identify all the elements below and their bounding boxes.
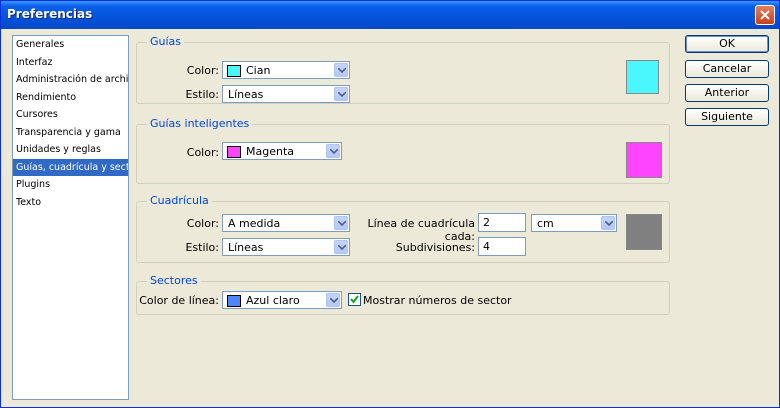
chevron-down-icon[interactable] <box>334 216 348 230</box>
grid-style-select[interactable]: Líneas <box>222 238 350 256</box>
sidebar-item[interactable]: Guías, cuadrícula y sectores <box>13 158 128 176</box>
group-slices: Sectores Color de línea: Azul claro Most… <box>136 274 670 315</box>
sidebar-item[interactable]: Interfaz <box>13 54 128 72</box>
slices-line-color-value: Azul claro <box>246 294 300 307</box>
slices-line-color-select[interactable]: Azul claro <box>222 291 342 309</box>
guides-style-label: Estilo: <box>185 88 219 101</box>
guides-color-preview[interactable] <box>626 60 659 94</box>
sidebar-item[interactable]: Cursores <box>13 106 128 124</box>
grid-subdiv-input[interactable]: 4 <box>478 237 526 256</box>
sidebar-item[interactable]: Unidades y reglas <box>13 141 128 159</box>
ok-button[interactable]: OK <box>685 35 769 53</box>
group-guides-legend: Guías <box>147 35 185 48</box>
grid-subdiv-value: 4 <box>483 240 490 253</box>
grid-color-select[interactable]: A medida <box>222 214 350 232</box>
chevron-down-icon[interactable] <box>334 63 348 77</box>
slices-line-color-label: Color de línea: <box>139 294 219 307</box>
sidebar-item[interactable]: Texto <box>13 194 128 212</box>
guides-color-swatch <box>227 65 241 77</box>
chevron-down-icon[interactable] <box>326 293 340 307</box>
chevron-down-icon[interactable] <box>334 240 348 254</box>
smart-guides-color-label: Color: <box>186 146 219 159</box>
smart-guides-color-select[interactable]: Magenta <box>222 142 342 160</box>
preferences-dialog: Preferencias Generales Interfaz Administra… <box>0 0 780 408</box>
grid-color-value: A medida <box>228 217 281 230</box>
grid-every-value: 2 <box>483 216 490 229</box>
smart-guides-color-preview[interactable] <box>626 142 662 178</box>
smart-guides-color-value: Magenta <box>246 145 295 158</box>
group-slices-legend: Sectores <box>147 274 201 287</box>
guides-color-label: Color: <box>186 64 219 77</box>
guides-style-select[interactable]: Líneas <box>222 85 350 103</box>
smart-guides-color-swatch <box>227 146 241 158</box>
show-slice-numbers-label[interactable]: Mostrar números de sector <box>363 294 512 307</box>
chevron-down-icon[interactable] <box>326 144 340 158</box>
chevron-down-icon[interactable] <box>334 87 348 101</box>
guides-color-value: Cian <box>246 64 271 77</box>
grid-color-label: Color: <box>186 217 219 230</box>
sidebar-item[interactable]: Transparencia y gama <box>13 124 128 142</box>
group-smart-guides-legend: Guías inteligentes <box>147 117 253 130</box>
group-grid: Cuadrícula Color: A medida Estilo: Línea… <box>136 194 670 263</box>
guides-color-select[interactable]: Cian <box>222 61 350 79</box>
chevron-down-icon[interactable] <box>601 216 615 230</box>
close-button[interactable] <box>755 5 775 25</box>
sidebar-item[interactable]: Administración de archivos <box>13 71 128 89</box>
grid-every-label: Línea de cuadrícula cada: <box>367 217 475 243</box>
previous-button[interactable]: Anterior <box>685 84 769 102</box>
grid-every-input[interactable]: 2 <box>478 213 526 232</box>
next-button[interactable]: Siguiente <box>685 108 769 126</box>
sidebar-item[interactable]: Rendimiento <box>13 89 128 107</box>
title-bar[interactable]: Preferencias <box>1 1 779 29</box>
guides-style-value: Líneas <box>228 88 264 101</box>
grid-style-label: Estilo: <box>185 241 219 254</box>
category-list[interactable]: GeneralesInterfazAdministración de archi… <box>12 35 129 400</box>
grid-color-preview[interactable] <box>626 214 662 250</box>
sidebar-item[interactable]: Generales <box>13 36 128 54</box>
dialog-body: GeneralesInterfazAdministración de archi… <box>4 29 776 404</box>
grid-unit-value: cm <box>537 217 554 230</box>
group-grid-legend: Cuadrícula <box>147 194 212 207</box>
window-title: Preferencias <box>7 7 93 21</box>
grid-subdiv-label: Subdivisiones: <box>395 241 475 254</box>
grid-unit-select[interactable]: cm <box>531 214 617 232</box>
grid-style-value: Líneas <box>228 241 264 254</box>
show-slice-numbers-checkbox[interactable] <box>348 293 361 306</box>
group-guides: Guías Color: Cian Estilo: Líneas <box>136 35 670 104</box>
sidebar-item[interactable]: Plugins <box>13 176 128 194</box>
group-smart-guides: Guías inteligentes Color: Magenta <box>136 117 670 184</box>
slices-line-color-swatch <box>227 295 241 307</box>
close-icon <box>760 10 770 20</box>
cancel-button[interactable]: Cancelar <box>685 60 769 78</box>
checkmark-icon <box>350 295 359 304</box>
